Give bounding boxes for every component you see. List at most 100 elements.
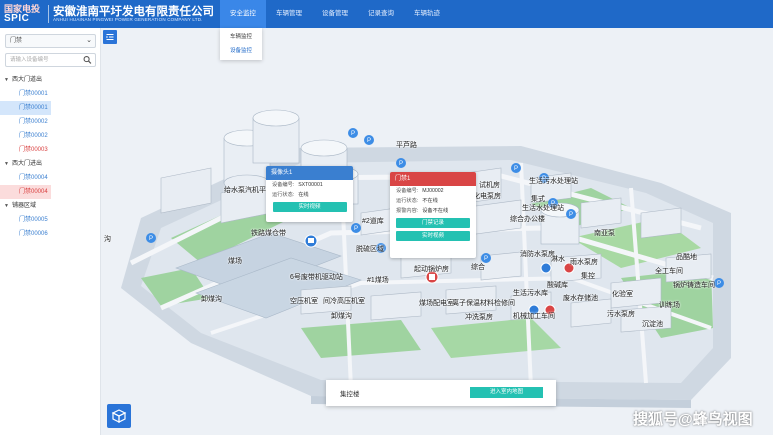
camera-marker <box>304 234 318 248</box>
map-label: 综合 <box>471 264 485 271</box>
svg-text:P: P <box>569 212 573 218</box>
camera-popup-row: 设备编号: SXT00001 <box>266 180 353 190</box>
row-label: 运行状态: <box>272 192 295 198</box>
gate-popup-row: 设备编号: MJ00002 <box>390 186 476 196</box>
tree-group-west-gate-in[interactable]: ▼ 西大门进出 <box>0 157 101 171</box>
device-type-value: 门禁 <box>10 38 23 44</box>
map-label: 卸煤沟 <box>331 313 352 320</box>
map-label: 生活水处理站 <box>522 205 564 212</box>
tree-leaf-device[interactable]: 门禁00001 <box>0 87 51 101</box>
gate-popup: 门禁1 设备编号: MJ00002 运行状态: 不在线 报警内容: 设备不在线 门禁记… <box>390 172 476 258</box>
nav-safety-monitor[interactable]: 安全监控 <box>220 0 266 28</box>
nav-vehicle-management[interactable]: 车辆管理 <box>266 0 312 28</box>
nav-device-management[interactable]: 设备管理 <box>312 0 358 28</box>
tree-group-west-gate-out[interactable]: ▼ 西大门道出 <box>0 73 101 87</box>
tree-leaf-device[interactable]: 门禁00005 <box>0 213 51 227</box>
map-label: 综合办公楼 <box>510 216 545 223</box>
realtime-video-button[interactable]: 实时视频 <box>272 202 347 212</box>
device-search-input[interactable]: 请输入设备编号 <box>5 53 96 67</box>
svg-text:P: P <box>351 131 355 137</box>
map-label: #1煤场 <box>367 277 389 284</box>
tree-group-label: 西大门进出 <box>11 161 42 167</box>
camera-popup: 摄像头1 设备编号: SXT00001 运行状态: 在线 实时视频 <box>266 166 353 222</box>
map-label: 污水泵房 <box>607 311 635 318</box>
svg-text:P: P <box>399 161 403 167</box>
map-label: 消防水泵房 <box>520 251 555 258</box>
logo-en-text: SPIC <box>4 12 30 24</box>
dropdown-device-monitor[interactable]: 设备监控 <box>220 44 262 58</box>
map-label: 淋水 <box>551 256 565 263</box>
caret-down-icon: ▼ <box>4 161 9 167</box>
enter-indoor-map-button[interactable]: 进入室内地图 <box>470 387 543 398</box>
row-label: 设备编号: <box>272 182 295 188</box>
map-label: 冲洗泵房 <box>465 314 493 321</box>
map-label: 脱硫区域 <box>356 246 384 253</box>
top-header: 国家电投 SPIC 安徽淮南平圩发电有限责任公司 ANHUI HUAINAN P… <box>0 0 773 28</box>
nav-vehicle-track[interactable]: 车辆轨迹 <box>404 0 450 28</box>
map-label: 训练场 <box>659 302 680 309</box>
map-label: 铁路煤仓带 <box>251 230 286 237</box>
row-label: 报警内容: <box>396 208 419 214</box>
map-label: 沟 <box>104 236 111 243</box>
device-type-select[interactable]: 门禁 ⌄ <box>5 34 96 48</box>
view-toggle-button[interactable] <box>107 404 131 428</box>
tree-group-label: 西大门道出 <box>11 77 42 83</box>
cube-icon <box>111 409 127 423</box>
map-label: 集控 <box>581 273 595 280</box>
map-label: #2道库 <box>362 218 384 225</box>
row-value: 设备不在线 <box>422 208 449 214</box>
map-label: 卸煤沟 <box>201 296 222 303</box>
tree-group-shop-area[interactable]: ▼ 铺器区域 <box>0 199 101 213</box>
map-label: 全工车间 <box>655 268 683 275</box>
row-value: 不在线 <box>422 198 438 204</box>
search-icon[interactable] <box>83 55 92 65</box>
map-label: 离子保温材料检修间 <box>452 300 515 307</box>
map-label: 6号废带机驱动站 <box>290 274 343 281</box>
app-root: 国家电投 SPIC 安徽淮南平圩发电有限责任公司 ANHUI HUAINAN P… <box>0 0 773 435</box>
caret-down-icon: ▼ <box>4 203 9 209</box>
camera-popup-row: 运行状态: 在线 <box>266 190 353 200</box>
tree-leaf-device[interactable]: 门禁00002 <box>0 115 51 129</box>
row-value: MJ00002 <box>422 188 444 194</box>
map-label: 间冷高压机室 <box>323 298 365 305</box>
company-name: 安徽淮南平圩发电有限责任公司 ANHUI HUAINAN PINGWEI POW… <box>53 6 214 23</box>
map-label: 酸碱库 <box>547 282 568 289</box>
tree-leaf-device-alarm-selected[interactable]: 门禁00004 <box>0 185 51 199</box>
tree-leaf-device-alarm[interactable]: 门禁00003 <box>0 143 51 157</box>
realtime-video-button[interactable]: 实时视频 <box>396 231 470 241</box>
svg-text:P: P <box>717 281 721 287</box>
map-label: 煤场 <box>228 258 242 265</box>
gate-record-button[interactable]: 门禁记录 <box>396 218 470 228</box>
main-nav: 安全监控 车辆管理 设备管理 记录查询 车辆轨迹 <box>220 0 450 28</box>
map-label: 品酷地 <box>676 254 697 261</box>
device-tree: ▼ 西大门道出 门禁00001 门禁00001 门禁00002 门禁00002 门… <box>0 73 101 241</box>
map-label: 空压机室 <box>290 298 318 305</box>
search-placeholder: 请输入设备编号 <box>10 57 49 63</box>
map-label: 煤场配电室 <box>419 300 454 307</box>
gate-popup-title: 门禁1 <box>390 172 476 186</box>
tree-leaf-device-selected[interactable]: 门禁00001 <box>0 101 51 115</box>
company-name-cn: 安徽淮南平圩发电有限责任公司 <box>53 5 214 18</box>
svg-text:P: P <box>149 236 153 242</box>
logo-divider <box>48 5 49 23</box>
tree-leaf-device[interactable]: 门禁00004 <box>0 171 51 185</box>
map-label: 化验室 <box>612 291 633 298</box>
collapse-sidebar-button[interactable] <box>103 30 117 44</box>
dropdown-vehicle-monitor[interactable]: 车辆监控 <box>220 30 262 44</box>
svg-text:P: P <box>367 138 371 144</box>
map-label: 生活污水处理站 <box>529 178 578 185</box>
row-value: 在线 <box>298 192 309 198</box>
nav-record-query[interactable]: 记录查询 <box>358 0 404 28</box>
safety-monitor-dropdown: 车辆监控 设备监控 <box>220 28 262 60</box>
menu-fold-icon <box>106 34 114 40</box>
map-label: 起动锅炉房 <box>414 266 449 273</box>
gate-popup-row: 报警内容: 设备不在线 <box>390 206 476 216</box>
tree-leaf-device[interactable]: 门禁00006 <box>0 227 51 241</box>
map-label: 雨水泵房 <box>570 259 598 266</box>
row-label: 设备编号: <box>396 188 419 194</box>
row-value: SXT00001 <box>298 182 323 188</box>
tree-group-label: 铺器区域 <box>11 203 36 209</box>
map-label: 生活污水库 <box>513 290 548 297</box>
tree-leaf-device[interactable]: 门禁00002 <box>0 129 51 143</box>
row-label: 运行状态: <box>396 198 419 204</box>
